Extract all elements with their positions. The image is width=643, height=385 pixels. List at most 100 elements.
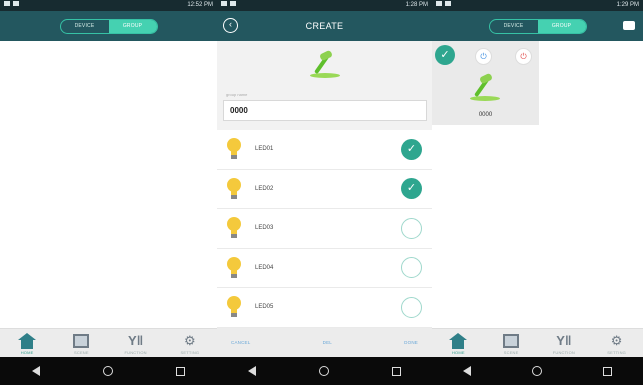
- home-screen-with-group: 1:29 PM DEVICE GROUP ✓ ⏻ ⏻ 0000 HOME SCE…: [432, 0, 643, 385]
- tab-home-label: HOME: [451, 350, 465, 355]
- group-name: 0000: [478, 112, 493, 118]
- led-name: LED01: [255, 146, 274, 153]
- bulb-icon: [227, 296, 241, 318]
- bulb-icon: [227, 177, 241, 200]
- nav-back-icon[interactable]: [31, 366, 40, 376]
- create-action-bar: CANCEL DEL DONE: [217, 328, 432, 357]
- tab-setting[interactable]: ⚙ SETTING: [597, 333, 637, 355]
- bulb-icon: [227, 138, 241, 160]
- home-icon: [18, 333, 37, 349]
- group-content: [0, 41, 217, 333]
- gear-icon: ⚙: [610, 333, 623, 348]
- tab-function[interactable]: Y‖ FUNCTION: [116, 333, 156, 355]
- status-icons: [221, 0, 239, 11]
- led-list: LED01 ✓ LED02 ✓ LED03 LED04 LED05: [217, 130, 432, 328]
- tab-function[interactable]: Y‖ FUNCTION: [544, 333, 584, 355]
- tab-scene-label: SCENE: [503, 350, 519, 355]
- done-button[interactable]: DONE: [404, 340, 418, 345]
- group-name-input[interactable]: 0000: [223, 100, 427, 121]
- nav-back-icon[interactable]: [248, 366, 257, 376]
- status-icons: [4, 0, 22, 11]
- led-checkbox-checked[interactable]: ✓: [401, 178, 422, 200]
- power-on-button[interactable]: ⏻: [475, 48, 492, 65]
- scene-icon: [73, 334, 90, 348]
- led-item[interactable]: LED02 ✓: [217, 169, 432, 209]
- status-bar: 1:29 PM: [432, 0, 643, 11]
- scene-icon: [503, 334, 520, 348]
- power-off-button[interactable]: ⏻: [515, 48, 532, 65]
- app-header: DEVICE GROUP: [432, 11, 643, 41]
- tab-home-label: HOME: [20, 350, 34, 355]
- delete-button[interactable]: DEL: [323, 340, 332, 345]
- status-bar: 12:52 PM: [0, 0, 217, 11]
- led-item[interactable]: LED03: [217, 209, 432, 249]
- bottom-tab-bar: HOME SCENE Y‖ FUNCTION ⚙ SETTING: [0, 328, 217, 357]
- tab-scene-label: SCENE: [73, 350, 89, 355]
- tab-setting-label: SETTING: [180, 350, 200, 355]
- home-icon: [449, 333, 468, 349]
- tab-function-label: FUNCTION: [552, 350, 575, 355]
- page-title: CREATE: [305, 21, 344, 31]
- group-selected-check-icon[interactable]: ✓: [435, 45, 455, 65]
- tab-home[interactable]: HOME: [438, 333, 478, 355]
- status-time: 1:28 PM: [405, 2, 428, 8]
- status-time: 12:52 PM: [187, 2, 213, 8]
- nav-home-icon[interactable]: [318, 366, 329, 376]
- tab-setting[interactable]: ⚙ SETTING: [170, 333, 210, 355]
- led-checkbox-unchecked[interactable]: [401, 257, 422, 279]
- nav-recent-icon[interactable]: [603, 366, 613, 376]
- device-group-toggle: DEVICE GROUP: [59, 18, 158, 34]
- led-checkbox-unchecked[interactable]: [401, 217, 422, 239]
- tools-icon: Y‖: [128, 333, 144, 348]
- tab-function-label: FUNCTION: [124, 350, 147, 355]
- group-card[interactable]: ✓ ⏻ ⏻ 0000: [432, 41, 539, 125]
- cancel-button[interactable]: CANCEL: [231, 340, 250, 345]
- add-group-icon[interactable]: [623, 21, 635, 30]
- group-lamp-preview: [217, 41, 432, 89]
- status-icons: [436, 0, 454, 11]
- led-name: LED03: [255, 225, 274, 232]
- tab-scene[interactable]: SCENE: [491, 333, 531, 355]
- create-group-screen: 1:28 PM ‹ CREATE group name 0000 LED01 ✓…: [217, 0, 432, 385]
- tab-scene[interactable]: SCENE: [61, 333, 101, 355]
- device-group-toggle: DEVICE GROUP: [488, 18, 587, 34]
- lamp-icon: [468, 72, 502, 102]
- tab-setting-label: SETTING: [607, 350, 626, 355]
- device-tab[interactable]: DEVICE: [490, 20, 538, 33]
- bulb-icon: [227, 217, 241, 239]
- led-item[interactable]: LED01 ✓: [217, 130, 432, 170]
- led-name: LED05: [255, 304, 274, 311]
- app-header: ‹ CREATE: [217, 11, 432, 41]
- status-time: 1:29 PM: [616, 2, 639, 8]
- led-item[interactable]: LED04: [217, 248, 432, 288]
- device-tab[interactable]: DEVICE: [61, 20, 109, 33]
- nav-home-icon[interactable]: [102, 366, 113, 376]
- tools-icon: Y‖: [556, 333, 572, 348]
- led-name: LED04: [255, 264, 274, 271]
- gear-icon: ⚙: [184, 333, 196, 348]
- led-checkbox-checked[interactable]: ✓: [401, 138, 422, 160]
- system-nav-bar: [432, 357, 643, 385]
- tab-home[interactable]: HOME: [7, 333, 47, 355]
- create-form: group name 0000 LED01 ✓ LED02 ✓ LED03 LE…: [217, 41, 432, 333]
- system-nav-bar: [0, 357, 217, 385]
- bulb-icon: [227, 256, 241, 279]
- home-screen-empty: 12:52 PM DEVICE GROUP HOME SCENE Y‖ FUNC…: [0, 0, 217, 385]
- led-name: LED02: [255, 185, 274, 192]
- lamp-icon: [308, 49, 342, 79]
- group-content: ✓ ⏻ ⏻ 0000: [432, 41, 643, 333]
- status-bar: 1:28 PM: [217, 0, 432, 11]
- app-header: DEVICE GROUP: [0, 11, 217, 41]
- nav-home-icon[interactable]: [531, 366, 542, 376]
- nav-recent-icon[interactable]: [176, 366, 186, 376]
- led-item[interactable]: LED05: [217, 288, 432, 328]
- bottom-tab-bar: HOME SCENE Y‖ FUNCTION ⚙ SETTING: [432, 328, 643, 357]
- group-tab[interactable]: GROUP: [108, 19, 157, 33]
- nav-back-icon[interactable]: [462, 366, 471, 376]
- group-name-label: group name: [226, 92, 248, 97]
- group-tab[interactable]: GROUP: [537, 19, 586, 33]
- nav-recent-icon[interactable]: [391, 366, 401, 376]
- system-nav-bar: [217, 357, 432, 385]
- led-checkbox-unchecked[interactable]: [401, 296, 422, 318]
- back-button[interactable]: ‹: [223, 18, 238, 33]
